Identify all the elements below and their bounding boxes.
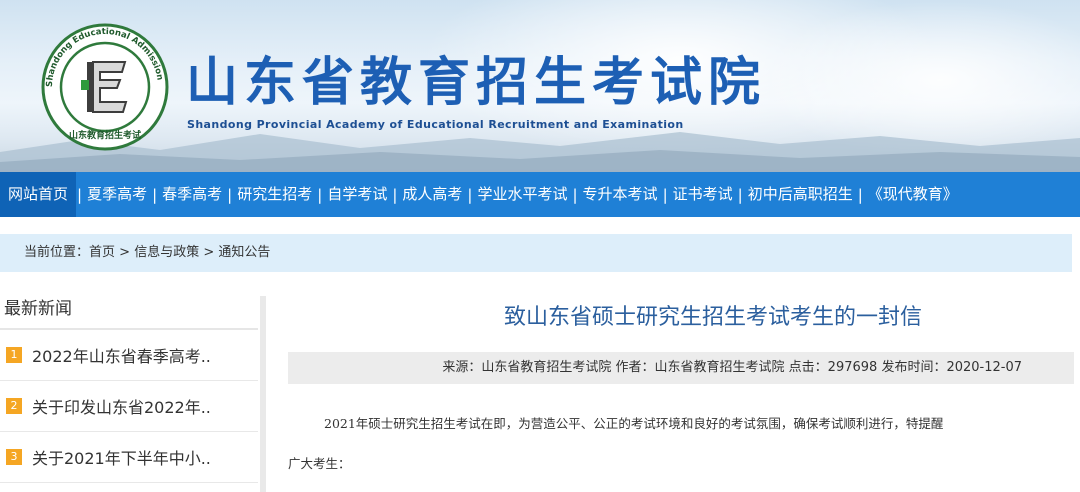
nav-item-modern-education[interactable]: 《现代教育》 bbox=[864, 172, 962, 217]
nav-separator: | bbox=[77, 185, 83, 204]
news-item-text[interactable]: 关于2021年下半年中小.. bbox=[32, 445, 211, 469]
breadcrumb-notices[interactable]: 通知公告 bbox=[218, 245, 270, 260]
news-item-text[interactable]: 关于印发山东省2022年.. bbox=[32, 394, 211, 418]
nav-separator: | bbox=[662, 185, 668, 204]
article: 致山东省硕士研究生招生考试考生的一封信 来源：山东省教育招生考试院 作者：山东省… bbox=[288, 296, 1074, 484]
main-nav: 网站首页 | 夏季高考 | 春季高考 | 研究生招考 | 自学考试 | 成人高考… bbox=[0, 172, 1080, 217]
logo-chinese-text: 山东教育招生考试 bbox=[69, 129, 141, 141]
nav-item-summer-gaokao[interactable]: 夏季高考 bbox=[83, 172, 151, 217]
article-title: 致山东省硕士研究生招生考试考生的一封信 bbox=[503, 305, 922, 330]
news-item[interactable]: 1 2022年山东省春季高考.. bbox=[0, 330, 258, 381]
breadcrumb-home[interactable]: 首页 bbox=[89, 245, 115, 260]
header-banner: Shandong Educational Admission & Examina… bbox=[0, 0, 1080, 172]
nav-item-adult-exam[interactable]: 成人高考 bbox=[398, 172, 466, 217]
nav-item-vocational[interactable]: 初中后高职招生 bbox=[744, 172, 857, 217]
news-rank-badge: 1 bbox=[6, 347, 22, 363]
nav-item-certificate[interactable]: 证书考试 bbox=[669, 172, 737, 217]
nav-separator: | bbox=[392, 185, 398, 204]
news-rank-badge: 2 bbox=[6, 398, 22, 414]
nav-item-self-study[interactable]: 自学考试 bbox=[323, 172, 391, 217]
nav-separator: | bbox=[737, 185, 743, 204]
academy-logo: Shandong Educational Admission & Examina… bbox=[40, 22, 169, 151]
news-list: 1 2022年山东省春季高考.. 2 关于印发山东省2022年.. 3 关于20… bbox=[0, 330, 258, 483]
news-item[interactable]: 3 关于2021年下半年中小.. bbox=[0, 432, 258, 483]
breadcrumb-prefix: 当前位置： bbox=[24, 245, 90, 260]
nav-item-upgrade[interactable]: 专升本考试 bbox=[579, 172, 662, 217]
news-item-text[interactable]: 2022年山东省春季高考.. bbox=[32, 343, 211, 367]
nav-separator: | bbox=[227, 185, 233, 204]
article-paragraph-continuation: 广大考生： bbox=[288, 456, 351, 471]
nav-separator: | bbox=[317, 185, 323, 204]
sidebar-title: 最新新闻 bbox=[0, 290, 258, 330]
nav-separator: | bbox=[152, 185, 158, 204]
breadcrumb-separator: > bbox=[199, 245, 219, 260]
nav-item-proficiency[interactable]: 学业水平考试 bbox=[473, 172, 571, 217]
news-item[interactable]: 2 关于印发山东省2022年.. bbox=[0, 381, 258, 432]
news-rank-badge: 3 bbox=[6, 449, 22, 465]
sidebar-divider bbox=[260, 296, 266, 492]
nav-item-graduate[interactable]: 研究生招考 bbox=[233, 172, 316, 217]
sidebar: 最新新闻 1 2022年山东省春季高考.. 2 关于印发山东省2022年.. 3… bbox=[0, 290, 258, 483]
breadcrumb-info-policy[interactable]: 信息与政策 bbox=[134, 245, 199, 260]
site-subtitle: Shandong Provincial Academy of Education… bbox=[187, 118, 684, 131]
breadcrumb: 当前位置：首页 > 信息与政策 > 通知公告 bbox=[0, 234, 1072, 272]
article-paragraph: 2021年硕士研究生招生考试在即，为营造公平、公正的考试环境和良好的考试氛围，确… bbox=[324, 416, 944, 431]
nav-item-spring-gaokao[interactable]: 春季高考 bbox=[158, 172, 226, 217]
nav-item-home[interactable]: 网站首页 bbox=[0, 172, 77, 217]
nav-separator: | bbox=[467, 185, 473, 204]
nav-separator: | bbox=[857, 185, 863, 204]
breadcrumb-separator: > bbox=[115, 245, 135, 260]
site-title: 山东省教育招生考试院 bbox=[186, 53, 767, 113]
nav-separator: | bbox=[572, 185, 578, 204]
article-meta: 来源：山东省教育招生考试院 作者：山东省教育招生考试院 点击：297698 发布… bbox=[288, 352, 1074, 384]
article-body: 2021年硕士研究生招生考试在即，为营造公平、公正的考试环境和良好的考试氛围，确… bbox=[288, 404, 1074, 484]
